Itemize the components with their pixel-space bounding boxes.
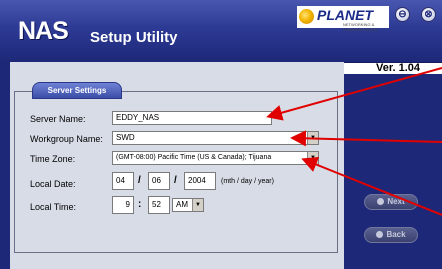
workgroup-name-select[interactable]: SWD ▼ [112,131,319,145]
time-zone-select[interactable]: (GMT-08:00) Pacific Time (US & Canada); … [112,151,319,165]
local-time-label: Local Time: [30,202,77,212]
version-label: Ver. 1.04 [376,62,421,74]
next-dot-icon [377,198,385,205]
brand-tagline: NETWORKING & COMMUNICATION [343,22,378,32]
time-hour-input[interactable]: 9 [112,196,134,214]
back-button[interactable]: Back [364,227,418,243]
title-bar: NAS Setup Utility PLANET NETWORKING & CO… [0,0,442,63]
server-name-input[interactable]: EDDY_NAS [112,111,272,125]
ampm-value: AM [176,200,188,209]
ampm-select[interactable]: AM ▼ [172,198,204,212]
time-zone-value: (GMT-08:00) Pacific Time (US & Canada); … [116,154,272,161]
server-name-label: Server Name: [30,114,86,124]
server-settings-tab: Server Settings [32,82,122,99]
close-icon[interactable]: ⊗ [421,7,436,22]
date-year-input[interactable]: 2004 [184,172,216,190]
time-minute-input[interactable]: 52 [148,196,170,214]
chevron-down-icon[interactable]: ▼ [307,132,318,144]
back-label: Back [386,230,406,239]
minimize-icon[interactable]: ⊖ [395,7,410,22]
next-label: Next [387,197,405,206]
workgroup-name-value: SWD [116,133,135,142]
planet-swirl-icon [299,9,314,24]
date-day-input[interactable]: 06 [148,172,170,190]
chevron-down-icon[interactable]: ▼ [307,152,318,164]
date-month-input[interactable]: 04 [112,172,134,190]
date-separator: / [138,175,141,186]
date-format-hint: (mth / day / year) [221,178,274,185]
next-button[interactable]: Next [364,194,418,210]
setup-window: NAS Setup Utility PLANET NETWORKING & CO… [0,0,442,269]
back-dot-icon [376,231,384,238]
local-date-label: Local Date: [30,179,76,189]
app-title: Setup Utility [90,29,178,46]
date-separator: / [174,175,177,186]
workgroup-name-label: Workgroup Name: [30,134,103,144]
time-separator: : [138,199,142,210]
left-border [0,62,10,269]
planet-logo: PLANET NETWORKING & COMMUNICATION [297,6,389,32]
nas-logo: NAS [18,17,69,45]
chevron-down-icon[interactable]: ▼ [192,199,203,211]
time-zone-label: Time Zone: [30,154,76,164]
brand-name: PLANET [317,7,373,23]
